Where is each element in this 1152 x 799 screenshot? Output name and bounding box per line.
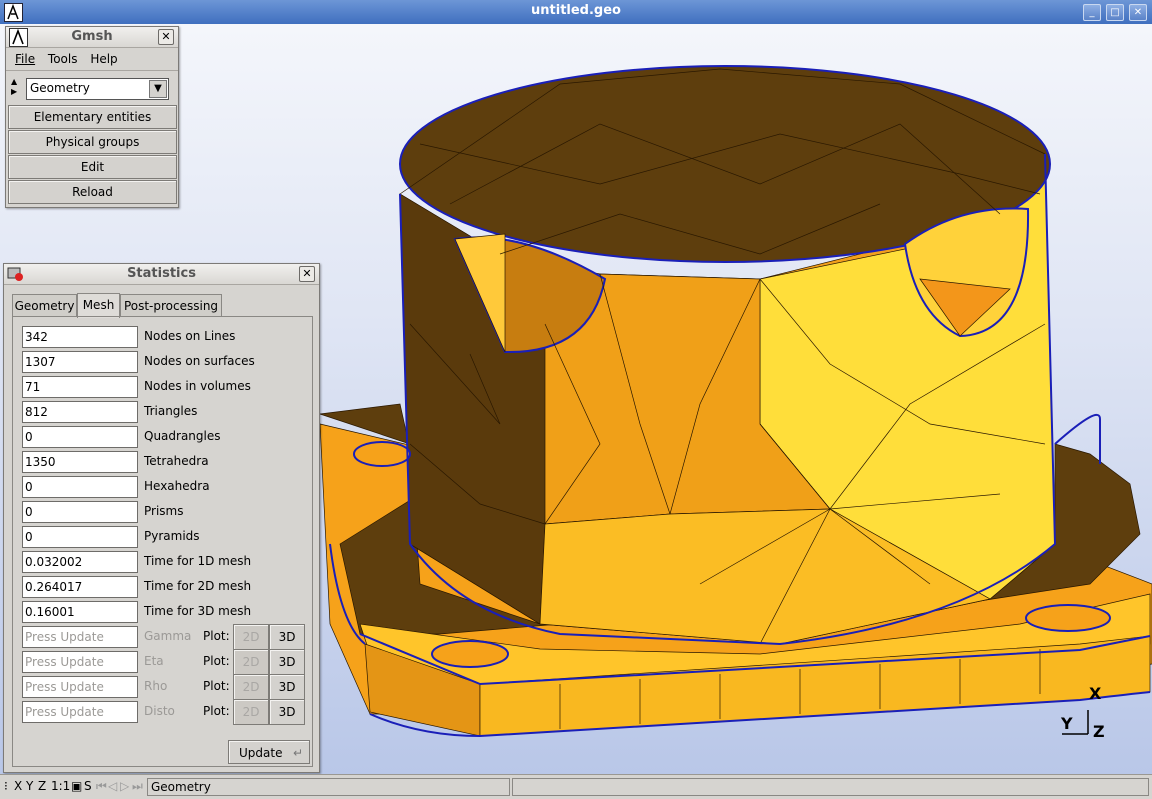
update-button[interactable]: Update ↵	[228, 740, 310, 764]
axis-z-label: Z	[1093, 722, 1105, 741]
minimize-button[interactable]: _	[1083, 4, 1101, 21]
gmsh-menubar: File Tools Help	[6, 48, 178, 71]
reset-scale-button[interactable]: 1:1	[51, 779, 70, 793]
stat-label: Time for 1D mesh	[144, 554, 252, 568]
stat-label: Time for 2D mesh	[144, 579, 252, 593]
stat-value-field[interactable]: 0.16001	[22, 601, 138, 623]
tab-geometry[interactable]: Geometry	[12, 294, 77, 317]
stat-value-field[interactable]: 0.264017	[22, 576, 138, 598]
rotate-x-button[interactable]: X	[14, 779, 22, 793]
first-step-icon[interactable]: ⏮	[96, 779, 107, 794]
gmsh-title: Gmsh	[71, 29, 113, 44]
rho-value-field[interactable]: Press Update	[22, 676, 138, 698]
menu-file[interactable]: File	[15, 52, 35, 66]
quality-label: Eta	[144, 654, 164, 668]
eta-value-field[interactable]: Press Update	[22, 651, 138, 673]
tab-mesh[interactable]: Mesh	[77, 293, 120, 318]
eta-plot-3d-button[interactable]: 3D	[269, 649, 305, 675]
stat-label: Time for 3D mesh	[144, 604, 252, 618]
play-icon[interactable]: ▷	[120, 779, 129, 793]
disto-value-field[interactable]: Press Update	[22, 701, 138, 723]
tab-post-processing[interactable]: Post-processing	[120, 294, 222, 317]
module-select-value: Geometry	[30, 81, 90, 95]
close-window-button[interactable]: ✕	[1129, 4, 1147, 21]
axis-y-label: Y	[1061, 714, 1073, 733]
menu-help[interactable]: Help	[90, 52, 117, 66]
edit-button[interactable]: Edit	[8, 155, 177, 179]
stat-label: Pyramids	[144, 529, 200, 543]
stat-value-field[interactable]: 0.032002	[22, 551, 138, 573]
statistics-title: Statistics	[127, 266, 196, 281]
reload-button[interactable]: Reload	[8, 180, 177, 204]
statistics-close-icon[interactable]: ✕	[299, 266, 315, 282]
gamma-value-field[interactable]: Press Update	[22, 626, 138, 648]
stat-value-field[interactable]: 0	[22, 501, 138, 523]
menu-tools[interactable]: Tools	[48, 52, 78, 66]
projection-toggle-icon[interactable]: ▣	[71, 779, 82, 793]
update-button-label: Update	[239, 746, 283, 760]
maximize-button[interactable]: □	[1106, 4, 1124, 21]
physical-groups-button[interactable]: Physical groups	[8, 130, 177, 154]
prev-step-icon[interactable]: ◁	[108, 779, 117, 793]
stat-value-field[interactable]: 1350	[22, 451, 138, 473]
disto-plot-2d-button[interactable]: 2D	[233, 699, 269, 725]
rotate-z-button[interactable]: Z	[38, 779, 46, 793]
module-nav-arrows[interactable]: ▲ ▶	[11, 77, 21, 99]
stat-value-field[interactable]: 0	[22, 526, 138, 548]
window-titlebar: untitled.geo _ □ ✕	[0, 0, 1152, 24]
status-bar: ⁝ X Y Z 1:1 ▣ S ⏮ ◁ ▷ ⏭ Geometry	[0, 774, 1152, 799]
chevron-down-icon[interactable]: ▼	[149, 80, 167, 98]
statistics-titlebar: Statistics ✕	[4, 264, 319, 285]
stat-value-field[interactable]: 0	[22, 426, 138, 448]
plot-label: Plot:	[203, 654, 230, 668]
statistics-window: Statistics ✕ Geometry Mesh Post-processi…	[3, 263, 320, 773]
plot-label: Plot:	[203, 704, 230, 718]
status-message: Geometry	[147, 778, 510, 796]
stat-label: Nodes in volumes	[144, 379, 251, 393]
elementary-entities-button[interactable]: Elementary entities	[8, 105, 177, 129]
next-step-icon[interactable]: ⏭	[132, 779, 143, 794]
stat-label: Prisms	[144, 504, 184, 518]
stat-label: Quadrangles	[144, 429, 221, 443]
snapshot-button[interactable]: S	[84, 779, 92, 793]
stat-label: Nodes on Lines	[144, 329, 236, 343]
eta-plot-2d-button[interactable]: 2D	[233, 649, 269, 675]
axis-x-label: X	[1089, 684, 1102, 703]
stat-value-field[interactable]: 342	[22, 326, 138, 348]
mouse-select-icon[interactable]: ⁝	[4, 779, 8, 793]
rotate-y-button[interactable]: Y	[26, 779, 33, 793]
gmsh-close-icon[interactable]: ✕	[158, 29, 174, 45]
plot-label: Plot:	[203, 629, 230, 643]
window-title: untitled.geo	[531, 3, 621, 18]
stat-label: Tetrahedra	[144, 454, 209, 468]
module-select[interactable]: Geometry ▼	[26, 78, 169, 100]
disto-plot-3d-button[interactable]: 3D	[269, 699, 305, 725]
quality-label: Rho	[144, 679, 168, 693]
quality-label: Gamma	[144, 629, 192, 643]
gmsh-titlebar: Gmsh ✕	[6, 27, 178, 48]
gmsh-menu-window: Gmsh ✕ File Tools Help ▲ ▶ Geometry ▼ Ele…	[5, 26, 179, 208]
plot-label: Plot:	[203, 679, 230, 693]
stat-label: Triangles	[144, 404, 198, 418]
stat-label: Hexahedra	[144, 479, 210, 493]
enter-return-icon: ↵	[292, 746, 303, 760]
stat-value-field[interactable]: 71	[22, 376, 138, 398]
status-message-secondary	[512, 778, 1149, 796]
rho-plot-3d-button[interactable]: 3D	[269, 674, 305, 700]
gamma-plot-2d-button[interactable]: 2D	[233, 624, 269, 650]
stat-value-field[interactable]: 812	[22, 401, 138, 423]
stat-value-field[interactable]: 0	[22, 476, 138, 498]
stat-label: Nodes on surfaces	[144, 354, 255, 368]
gamma-plot-3d-button[interactable]: 3D	[269, 624, 305, 650]
rho-plot-2d-button[interactable]: 2D	[233, 674, 269, 700]
quality-label: Disto	[144, 704, 175, 718]
stat-value-field[interactable]: 1307	[22, 351, 138, 373]
